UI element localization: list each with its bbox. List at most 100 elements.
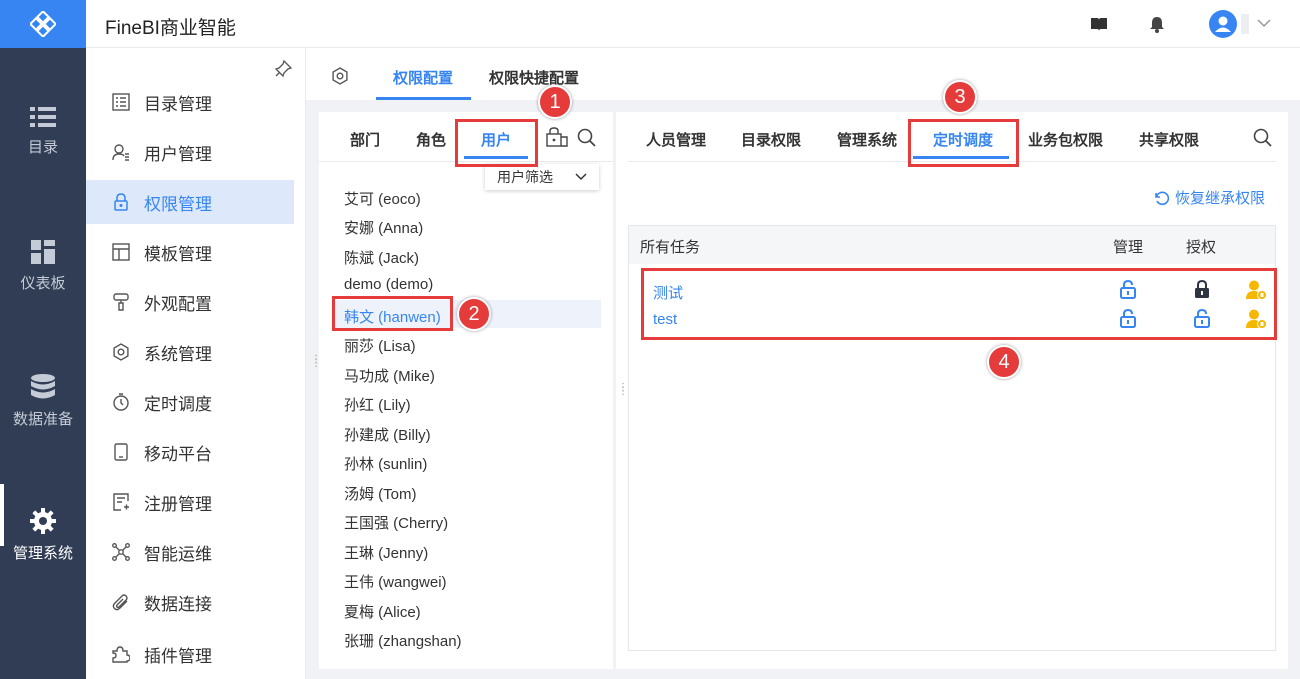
menu-item-schedule[interactable]: 定时调度	[86, 380, 294, 424]
admin-menu: 目录管理 用户管理 权限管理 模板管理 外观配置 系统管理 定时调度 移动平台 …	[86, 48, 306, 679]
rail-item-data-prep[interactable]: 数据准备	[0, 364, 86, 444]
user-list-item[interactable]: 安娜 (Anna)	[344, 217, 423, 238]
menu-item-catalog[interactable]: 目录管理	[86, 80, 294, 124]
menu-item-system[interactable]: 系统管理	[86, 330, 294, 374]
user-list-item[interactable]: 孙红 (Lily)	[344, 394, 411, 415]
user-filter-label: 用户筛选	[497, 169, 553, 185]
search-icon[interactable]	[577, 128, 596, 147]
col-all-tasks: 所有任务	[640, 239, 701, 256]
restore-label: 恢复继承权限	[1175, 190, 1266, 207]
tab-admin-system[interactable]: 管理系统	[837, 129, 897, 150]
rail-label: 管理系统	[12, 545, 73, 562]
menu-item-users[interactable]: 用户管理	[86, 130, 294, 174]
chevron-down-icon[interactable]	[1257, 19, 1271, 28]
highlight-box-4	[641, 268, 1277, 340]
tab-department[interactable]: 部门	[350, 129, 380, 150]
menu-item-plugins[interactable]: 插件管理	[86, 632, 294, 676]
batch-lock-icon[interactable]	[546, 127, 568, 147]
step-badge-2: 2	[457, 297, 491, 331]
tab-share-permission[interactable]: 共享权限	[1139, 129, 1199, 150]
pin-icon[interactable]	[274, 60, 292, 78]
user-list-item[interactable]: 夏梅 (Alice)	[344, 601, 421, 622]
mobile-icon	[114, 443, 128, 461]
user-list-item[interactable]: 汤姆 (Tom)	[344, 483, 417, 504]
database-icon	[31, 374, 55, 399]
top-header: FineBI商业智能	[86, 0, 1300, 48]
menu-label: 定时调度	[144, 394, 212, 414]
user-filter-dropdown[interactable]: 用户筛选	[485, 164, 599, 190]
menu-label: 智能运维	[144, 544, 212, 564]
user-list-item[interactable]: 张珊 (zhangshan)	[344, 630, 462, 651]
menu-label: 插件管理	[144, 646, 212, 666]
rail-label: 目录	[27, 139, 58, 156]
settings-icon[interactable]	[331, 67, 349, 85]
menu-item-templates[interactable]: 模板管理	[86, 230, 294, 274]
logo-icon	[30, 11, 56, 37]
splitter-handle[interactable]: ⋮ ⋮	[618, 383, 628, 397]
timer-icon	[113, 393, 129, 411]
user-list-item[interactable]: 孙建成 (Billy)	[344, 424, 431, 445]
highlight-box-1	[455, 119, 538, 167]
splitter-handle[interactable]: ⋮ ⋮	[311, 355, 321, 369]
lock-icon	[114, 193, 128, 211]
config-tabs: 权限配置 权限快捷配置	[306, 48, 1300, 100]
undo-icon	[1155, 191, 1169, 205]
puzzle-icon	[112, 646, 130, 663]
menu-item-appearance[interactable]: 外观配置	[86, 280, 294, 324]
user-list-item[interactable]: 王琳 (Jenny)	[344, 542, 428, 563]
user-icon	[112, 144, 129, 161]
menu-label: 模板管理	[144, 244, 212, 264]
permission-panel: 人员管理 目录权限 管理系统 定时调度 业务包权限 共享权限 恢复继承权限	[616, 112, 1288, 669]
active-tab-indicator	[376, 97, 471, 100]
menu-label: 注册管理	[144, 494, 212, 514]
app-logo[interactable]	[0, 0, 86, 48]
list-icon	[30, 107, 56, 127]
highlight-box-3	[908, 119, 1019, 167]
menu-item-mobile[interactable]: 移动平台	[86, 430, 294, 474]
search-icon[interactable]	[1253, 128, 1272, 147]
bell-icon[interactable]	[1149, 16, 1165, 33]
tab-catalog-permission[interactable]: 目录权限	[741, 129, 801, 150]
user-list-item[interactable]: 丽莎 (Lisa)	[344, 335, 416, 356]
rail-item-dashboard[interactable]: 仪表板	[0, 228, 86, 308]
menu-label: 数据连接	[144, 594, 212, 614]
user-list-item[interactable]: 王伟 (wangwei)	[344, 571, 447, 592]
book-icon[interactable]	[1090, 17, 1108, 32]
tab-quick-config[interactable]: 权限快捷配置	[489, 67, 579, 88]
tab-personnel-management[interactable]: 人员管理	[646, 129, 706, 150]
user-list-item[interactable]: 马功成 (Mike)	[344, 365, 435, 386]
menu-item-connections[interactable]: 数据连接	[86, 580, 294, 624]
tab-role[interactable]: 角色	[416, 129, 446, 150]
menu-label: 权限管理	[144, 194, 212, 214]
template-icon	[112, 243, 130, 261]
step-badge-4: 4	[987, 345, 1021, 379]
settings-icon	[113, 343, 129, 361]
chevron-down-icon	[575, 173, 587, 181]
user-list-item[interactable]: 艾可 (eoco)	[344, 188, 421, 209]
highlight-box-2	[332, 296, 453, 331]
user-list-item[interactable]: 王国强 (Cherry)	[344, 512, 448, 533]
menu-item-registration[interactable]: 注册管理	[86, 480, 294, 524]
dashboard-icon	[31, 240, 55, 264]
app-title: FineBI商业智能	[105, 18, 236, 39]
menu-label: 目录管理	[144, 94, 212, 114]
rail-item-admin[interactable]: 管理系统	[0, 484, 86, 578]
tab-package-permission[interactable]: 业务包权限	[1028, 129, 1103, 150]
menu-label: 用户管理	[144, 144, 212, 164]
brush-icon	[113, 293, 129, 311]
user-list-item[interactable]: 孙林 (sunlin)	[344, 453, 427, 474]
menu-item-ops[interactable]: 智能运维	[86, 530, 294, 574]
user-list-item[interactable]: demo (demo)	[344, 276, 433, 293]
restore-inherit-button[interactable]: 恢复继承权限	[1153, 187, 1265, 208]
step-badge-3: 3	[943, 80, 977, 114]
avatar[interactable]	[1209, 10, 1237, 38]
app-rail: 目录 仪表板 数据准备 管理系统	[0, 0, 86, 679]
user-list-item[interactable]: 陈斌 (Jack)	[344, 247, 419, 268]
menu-label: 系统管理	[144, 344, 212, 364]
network-icon	[112, 543, 130, 561]
username-blur	[1241, 14, 1249, 34]
tab-permission-config[interactable]: 权限配置	[393, 67, 453, 88]
paperclip-icon	[112, 594, 128, 611]
menu-item-permissions[interactable]: 权限管理	[86, 180, 294, 224]
rail-item-catalog[interactable]: 目录	[0, 92, 86, 172]
